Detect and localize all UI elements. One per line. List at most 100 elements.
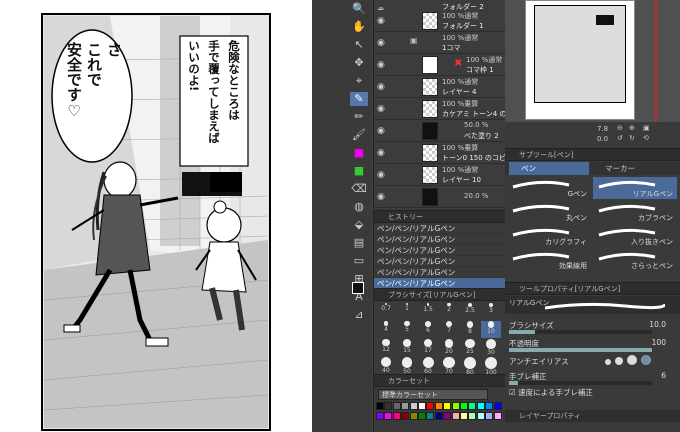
operation-tool-icon[interactable]: ↖ bbox=[350, 38, 368, 52]
brush-size-option[interactable]: 12 bbox=[376, 339, 396, 356]
color-swatch[interactable] bbox=[476, 402, 485, 410]
stabilization-slider[interactable] bbox=[509, 381, 652, 385]
eye-icon[interactable]: ◉ bbox=[377, 82, 387, 92]
layer-row[interactable]: ◉ ▣ 100 %通常 1コマ bbox=[374, 32, 505, 54]
brush-size-option[interactable]: 8 bbox=[460, 321, 480, 338]
rotate-left-icon[interactable]: ↺ bbox=[617, 134, 623, 142]
color-swatch[interactable] bbox=[401, 412, 410, 420]
color-swatch[interactable] bbox=[418, 412, 426, 420]
move-tool-icon[interactable]: ✋ bbox=[350, 20, 368, 34]
color-set-select[interactable]: 標準カラーセット bbox=[378, 389, 488, 400]
brush-item[interactable]: 丸ペン bbox=[507, 201, 591, 223]
eraser-tool-icon[interactable]: ⌫ bbox=[350, 182, 368, 196]
color-swatch[interactable] bbox=[451, 402, 460, 410]
rotate-right-icon[interactable]: ↻ bbox=[629, 134, 635, 142]
color-swatch[interactable] bbox=[460, 402, 468, 410]
figure-tool-icon[interactable]: ▭ bbox=[350, 254, 368, 268]
color-swatch[interactable] bbox=[485, 412, 494, 420]
color-swatch[interactable] bbox=[426, 412, 435, 420]
layer-row[interactable]: ◉ 50.0 % べた塗り 2 bbox=[374, 120, 505, 142]
navigator-preview[interactable] bbox=[525, 0, 635, 120]
color-swatch[interactable] bbox=[409, 402, 418, 410]
brush-size-option[interactable]: 4 bbox=[376, 321, 396, 338]
brush-size-option[interactable]: 80 bbox=[460, 357, 480, 376]
brush-size-option[interactable]: 50 bbox=[397, 357, 417, 375]
layer-row[interactable]: ◉ 100 %乗算 トーン0 150 のコピー bbox=[374, 142, 513, 164]
main-color-swatch[interactable] bbox=[352, 282, 364, 294]
color-swatch[interactable] bbox=[384, 402, 393, 410]
pen-tool-icon[interactable]: ✎ bbox=[350, 92, 368, 106]
color-swatch[interactable] bbox=[443, 402, 452, 410]
brush-item[interactable]: リアルGペン bbox=[593, 177, 677, 199]
brush-size-option[interactable]: 0.7 bbox=[376, 303, 396, 320]
stabilization-value[interactable]: 6 bbox=[661, 371, 666, 380]
history-item[interactable]: ペン/ペン/リアルGペン bbox=[374, 234, 505, 245]
brush-size-value[interactable]: 10.0 bbox=[649, 320, 666, 329]
brush-size-option[interactable]: 100 bbox=[481, 357, 501, 376]
brush-size-option[interactable]: 7 bbox=[439, 321, 459, 338]
brush-size-option[interactable]: 1.5 bbox=[418, 303, 438, 320]
decoration-tool-icon[interactable]: ■ bbox=[350, 164, 368, 178]
layer-move-icon[interactable]: ✥ bbox=[350, 56, 368, 70]
brush-size-option[interactable]: 10 bbox=[481, 321, 501, 338]
fit-icon[interactable]: ▣ bbox=[643, 124, 650, 132]
layer-row[interactable]: ◉ 100 %通常 レイヤー 10 bbox=[374, 164, 505, 186]
color-swatch[interactable] bbox=[451, 412, 460, 420]
color-swatch[interactable] bbox=[384, 412, 393, 420]
brush-size-slider[interactable] bbox=[509, 330, 652, 334]
brush-size-option[interactable]: 2 bbox=[439, 303, 459, 320]
brush-tool-icon[interactable]: 🖌 bbox=[350, 128, 368, 142]
history-item[interactable]: ペン/ペン/リアルGペン bbox=[374, 256, 505, 267]
color-swatch[interactable] bbox=[401, 402, 410, 410]
eye-icon[interactable]: ◉ bbox=[377, 60, 387, 70]
zoom-tool-icon[interactable]: 🔍 bbox=[350, 2, 368, 16]
pencil-tool-icon[interactable]: ✏ bbox=[350, 110, 368, 124]
antialias-options[interactable] bbox=[605, 355, 651, 367]
layer-row[interactable]: ◉ 20.0 % bbox=[374, 186, 505, 208]
eye-icon[interactable]: ◉ bbox=[377, 126, 387, 136]
color-swatch[interactable] bbox=[476, 412, 485, 420]
brush-size-option[interactable]: 40 bbox=[376, 357, 396, 374]
brush-size-option[interactable]: 5 bbox=[397, 321, 417, 338]
color-swatch[interactable] bbox=[493, 412, 502, 420]
brush-size-option[interactable]: 15 bbox=[397, 339, 417, 356]
tab-marker[interactable]: マーカー bbox=[593, 162, 673, 175]
tab-pen[interactable]: ペン bbox=[509, 162, 589, 175]
eye-icon[interactable]: ◉ bbox=[377, 104, 387, 114]
zoom-out-icon[interactable]: ⊖ bbox=[617, 124, 623, 132]
color-swatch[interactable] bbox=[443, 412, 452, 420]
color-swatch[interactable] bbox=[426, 402, 435, 410]
color-swatch[interactable] bbox=[409, 412, 418, 420]
color-swatch[interactable] bbox=[460, 412, 468, 420]
eye-icon[interactable]: ◉ bbox=[377, 170, 387, 180]
blend-tool-icon[interactable]: ◍ bbox=[350, 200, 368, 214]
color-swatch-grid[interactable] bbox=[376, 402, 502, 432]
ruler-tool-icon[interactable]: ⊿ bbox=[350, 308, 368, 322]
layer-row[interactable]: ◉ ✖ 100 %通常 コマ枠 1 bbox=[374, 54, 505, 76]
layer-row[interactable]: ◉ 100 %通常 フォルダー 1 bbox=[374, 10, 505, 32]
brush-size-option[interactable]: 6 bbox=[418, 321, 438, 338]
manga-canvas[interactable]: さ これで 安全です♡ 危険なところは 手で覆ってしまえば いいのよ! bbox=[0, 0, 312, 432]
color-swatch[interactable] bbox=[493, 402, 502, 410]
fill-tool-icon[interactable]: ⬙ bbox=[350, 218, 368, 232]
brush-size-option[interactable]: 20 bbox=[439, 339, 459, 356]
opacity-slider[interactable] bbox=[509, 348, 652, 352]
brush-size-option[interactable]: 70 bbox=[439, 357, 459, 375]
brush-size-option[interactable]: 60 bbox=[418, 357, 438, 375]
brush-item[interactable]: カリグラフィ bbox=[507, 225, 591, 247]
history-item[interactable]: ペン/ペン/リアルGペン bbox=[374, 245, 505, 256]
brush-item[interactable]: カブラペン bbox=[593, 201, 677, 223]
eye-icon[interactable]: ◉ bbox=[377, 148, 387, 158]
history-item[interactable]: ペン/ペン/リアルGペン bbox=[374, 267, 505, 278]
layer-row[interactable]: ◉ 100 %通常 レイヤー 4 bbox=[374, 76, 505, 98]
color-swatch[interactable] bbox=[485, 402, 494, 410]
color-swatch[interactable] bbox=[434, 402, 443, 410]
opacity-value[interactable]: 100 bbox=[652, 338, 666, 347]
lasso-tool-icon[interactable]: ⌖ bbox=[350, 74, 368, 88]
eye-icon[interactable]: ◉ bbox=[377, 16, 387, 26]
speed-stab-checkbox[interactable]: ☑ 速度による手ブレ補正 bbox=[509, 387, 593, 398]
reset-rotation-icon[interactable]: ⟲ bbox=[643, 134, 649, 142]
zoom-in-icon[interactable]: ⊕ bbox=[629, 124, 635, 132]
layer-row[interactable]: ◉ 100 %乗算 カケアミ トーン4 のコピー bbox=[374, 98, 527, 120]
brush-item[interactable]: 入り抜きペン bbox=[593, 225, 677, 247]
